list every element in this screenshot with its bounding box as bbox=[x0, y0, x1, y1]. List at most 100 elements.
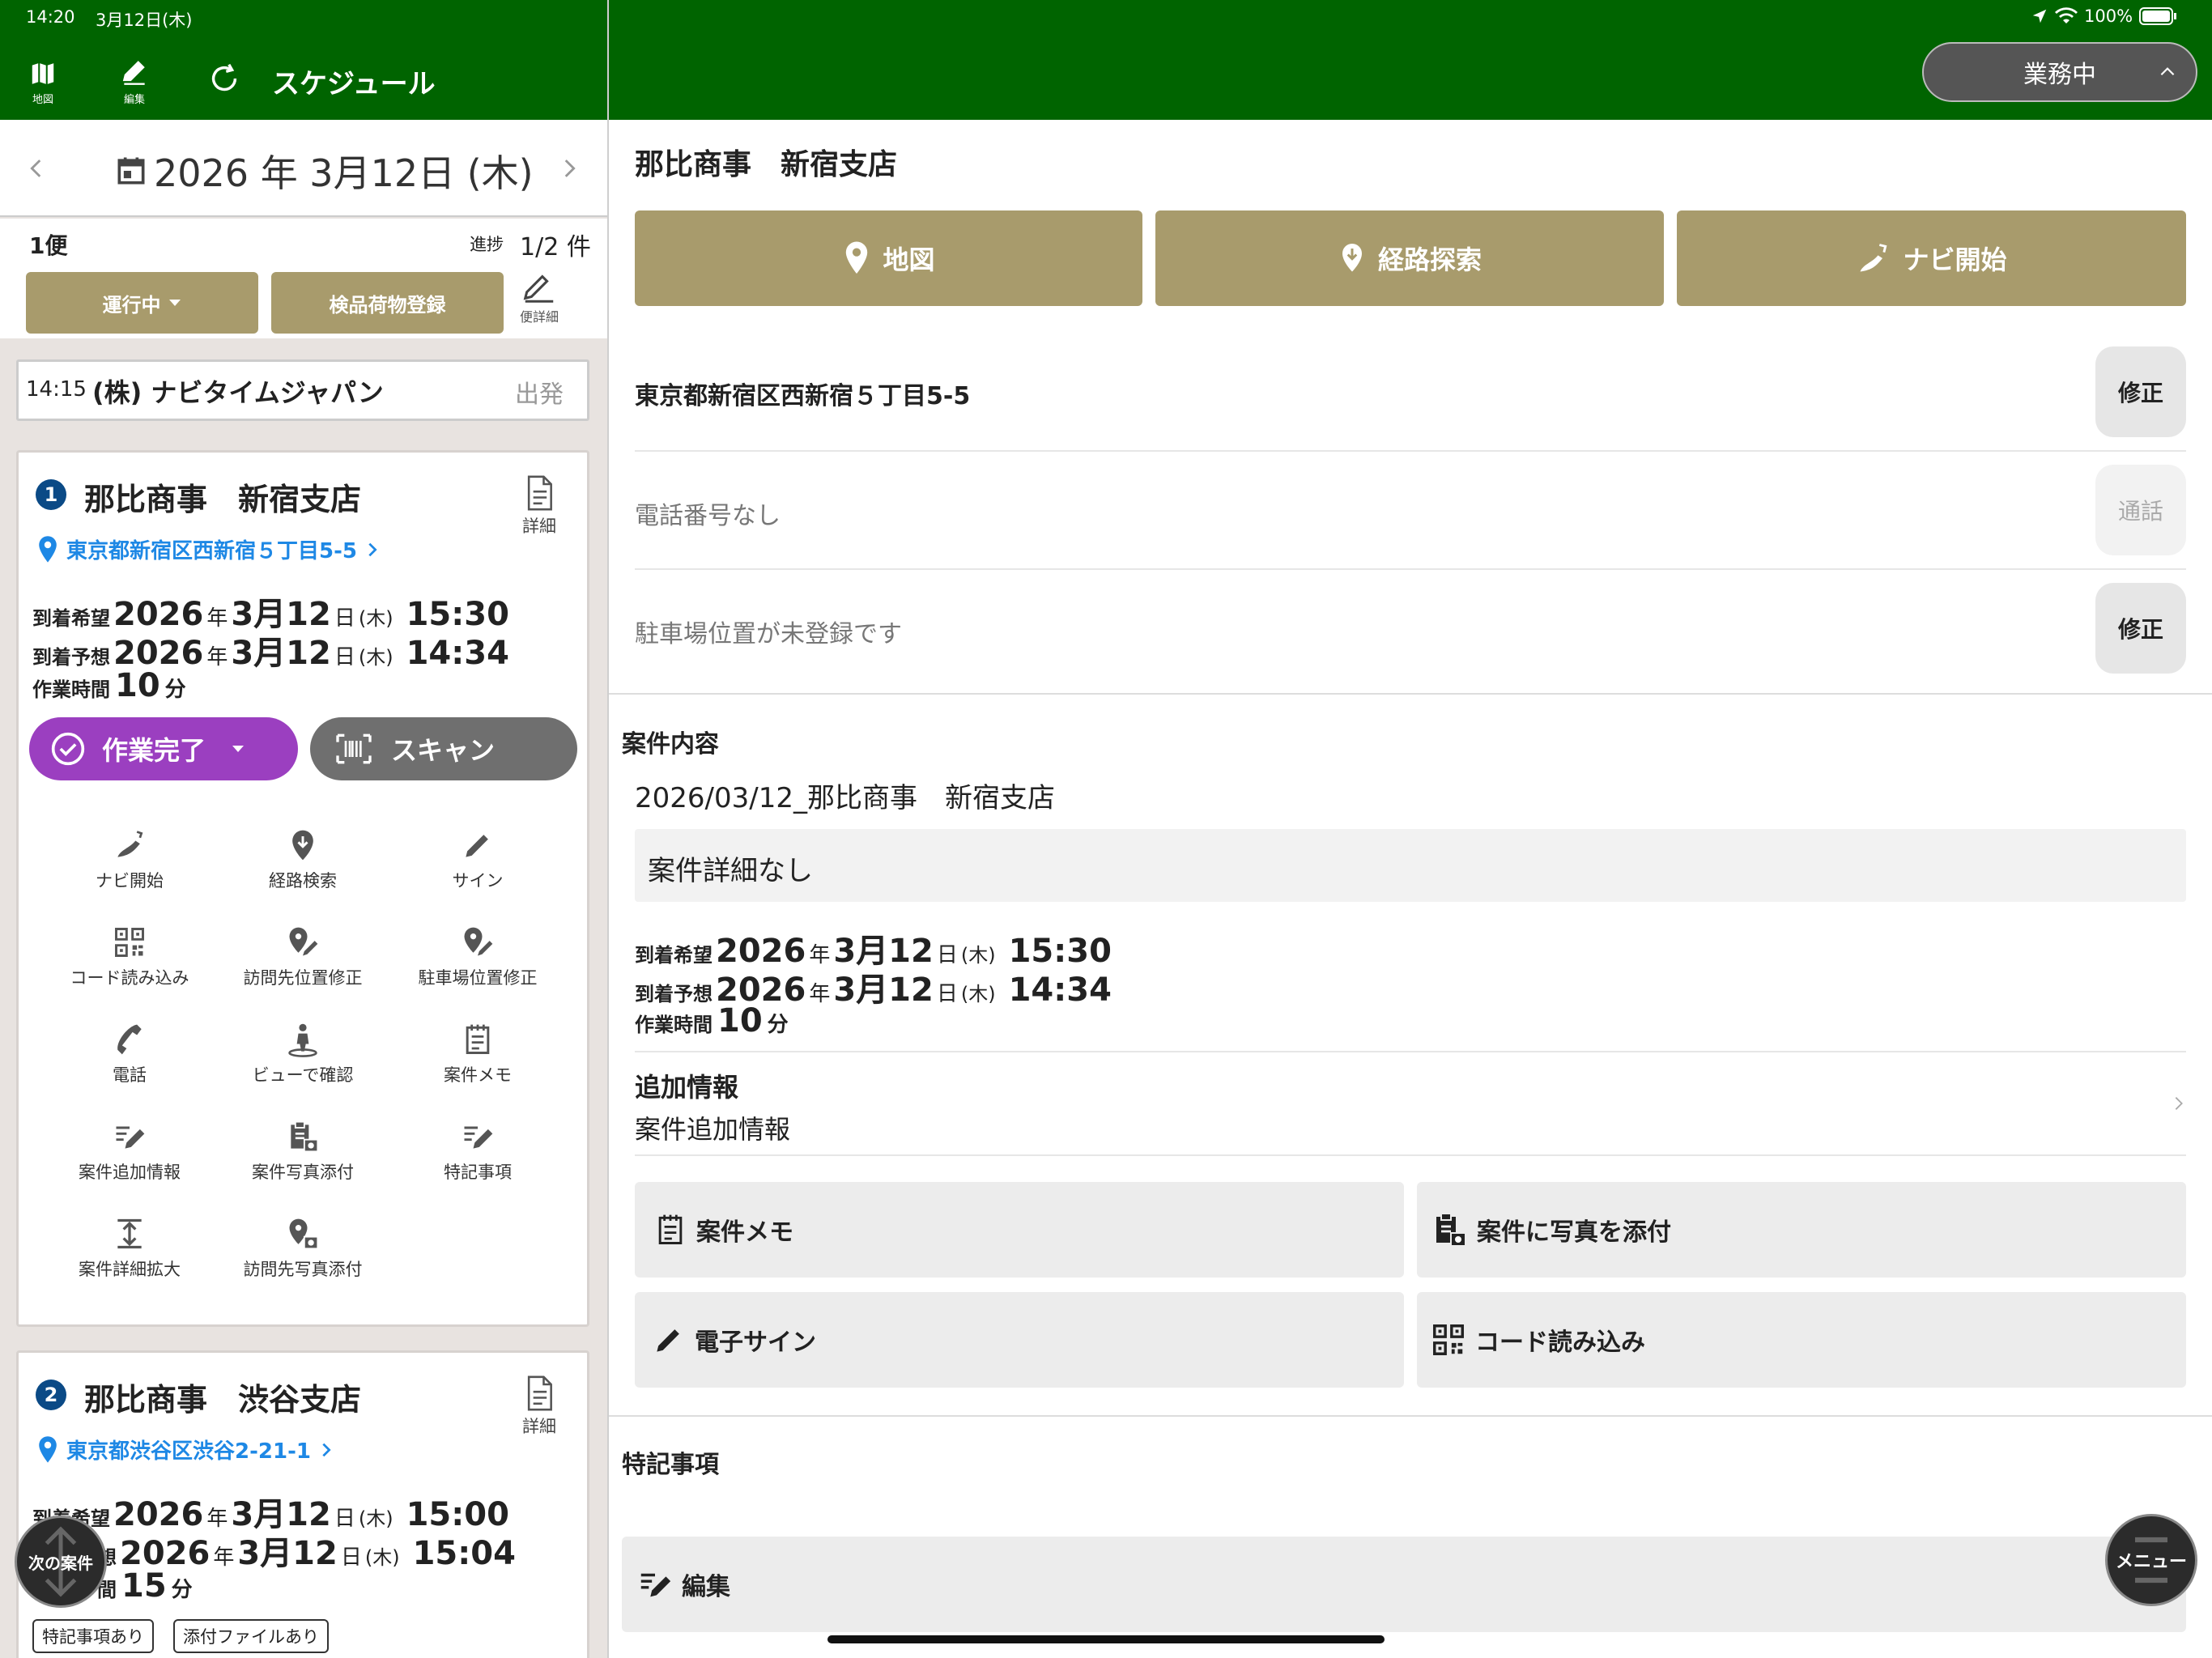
qr-code-icon bbox=[1433, 1324, 1464, 1355]
action-label: 案件写真添付 bbox=[252, 1163, 354, 1182]
trip-name: 1便 bbox=[29, 232, 68, 259]
navi-icon bbox=[117, 831, 143, 857]
memo-icon bbox=[658, 1214, 683, 1244]
extra-info-title: 追加情報 bbox=[635, 1072, 739, 1103]
call-button[interactable]: 通話 bbox=[2095, 465, 2186, 555]
edit-header-label: 編集 bbox=[123, 94, 145, 106]
header-bar bbox=[0, 0, 2212, 120]
parking-edit-button[interactable]: 修正 bbox=[2095, 583, 2186, 674]
status-dropdown-button[interactable]: 業務中 bbox=[1922, 42, 2197, 102]
address-edit-label: 修正 bbox=[2117, 380, 2163, 406]
departure-time: 14:15 bbox=[26, 377, 87, 402]
stop-detail-button[interactable]: 詳細 bbox=[521, 473, 557, 538]
complete-button[interactable]: 作業完了 bbox=[29, 717, 298, 780]
action-label: 訪問先位置修正 bbox=[243, 968, 363, 988]
stop-address-link[interactable]: 東京都渋谷区渋谷2-21-1 bbox=[36, 1435, 335, 1465]
route-search-button[interactable]: 経路探索 bbox=[1155, 210, 1664, 306]
arrival-est-label: 到着予想 bbox=[32, 646, 110, 669]
date-display[interactable]: 2026 年 3月12日 (木) bbox=[113, 144, 534, 198]
work-time-label: 作業時間 bbox=[635, 1014, 713, 1036]
caret-down-icon bbox=[232, 746, 245, 752]
menu-button[interactable]: メニュー bbox=[2105, 1514, 2197, 1606]
tag-attachment: 添付ファイルあり bbox=[173, 1619, 329, 1653]
divider bbox=[635, 450, 2186, 452]
divider bbox=[635, 568, 2186, 570]
trip-status-button[interactable]: 運行中 bbox=[26, 272, 258, 334]
e-sign-label: 電子サイン bbox=[695, 1329, 816, 1357]
case-memo-button[interactable]: 案件メモ bbox=[635, 1182, 1404, 1278]
prev-date-button[interactable] bbox=[23, 152, 50, 188]
chevron-right-icon bbox=[322, 1443, 331, 1456]
work-time-unit: 分 bbox=[171, 1578, 193, 1602]
action-code-read[interactable]: コード読み込み bbox=[49, 925, 211, 989]
e-sign-button[interactable]: 電子サイン bbox=[635, 1292, 1404, 1388]
status-time: 14:20 bbox=[26, 7, 75, 27]
work-time-unit: 分 bbox=[767, 1013, 789, 1037]
stop-detail-label: 詳細 bbox=[522, 1417, 556, 1436]
document-icon bbox=[527, 475, 552, 511]
trip-detail-label: 便詳細 bbox=[520, 309, 559, 325]
action-navi-start[interactable]: ナビ開始 bbox=[49, 827, 211, 892]
phone-text: 電話番号なし bbox=[635, 502, 781, 530]
action-visit-location-edit[interactable]: 訪問先位置修正 bbox=[222, 925, 384, 989]
case-name: 2026/03/12_那比商事 新宿支店 bbox=[635, 782, 1055, 814]
stop-address-link[interactable]: 東京都新宿区西新宿５丁目5-5 bbox=[36, 534, 381, 564]
stop-detail-button[interactable]: 詳細 bbox=[521, 1373, 557, 1438]
action-special-notes[interactable]: 特記事項 bbox=[397, 1119, 559, 1184]
address-text: 東京都新宿区西新宿５丁目5-5 bbox=[635, 382, 971, 410]
detail-title: 那比商事 新宿支店 bbox=[635, 148, 898, 181]
code-read-button[interactable]: コード読み込み bbox=[1417, 1292, 2186, 1388]
action-label: ナビ開始 bbox=[96, 871, 164, 891]
address-edit-button[interactable]: 修正 bbox=[2095, 346, 2186, 437]
scan-button[interactable]: スキャン bbox=[310, 717, 577, 780]
case-section-title: 案件内容 bbox=[622, 730, 719, 759]
status-icons: 100% bbox=[2031, 6, 2178, 26]
refresh-icon bbox=[211, 63, 237, 91]
work-time-unit: 分 bbox=[164, 678, 186, 702]
section-divider bbox=[609, 693, 2212, 695]
action-visit-photo[interactable]: 訪問先写真添付 bbox=[222, 1216, 384, 1281]
edit-note-icon bbox=[523, 274, 554, 303]
notes-edit-button[interactable]: 編集 bbox=[622, 1537, 2186, 1632]
caret-down-icon bbox=[168, 300, 181, 306]
action-label: コード読み込み bbox=[70, 968, 189, 988]
action-case-detail-expand[interactable]: 案件詳細拡大 bbox=[49, 1216, 211, 1281]
refresh-button[interactable] bbox=[206, 60, 243, 97]
action-phone[interactable]: 電話 bbox=[49, 1022, 211, 1086]
map-header-label: 地図 bbox=[32, 94, 53, 106]
trip-status-label: 運行中 bbox=[102, 293, 161, 317]
next-case-button[interactable]: 次の案件 bbox=[15, 1516, 107, 1608]
clipboard-photo-icon bbox=[1436, 1213, 1466, 1247]
clipboard-photo-icon bbox=[291, 1120, 319, 1153]
next-date-button[interactable] bbox=[555, 152, 583, 188]
arrival-est-md: 3月12 bbox=[833, 971, 934, 1009]
arrival-est-dow: (木) bbox=[960, 983, 996, 1005]
tag-special-notes: 特記事項あり bbox=[32, 1619, 154, 1653]
action-case-photo[interactable]: 案件写真添付 bbox=[222, 1119, 384, 1184]
progress-label: 進捗 bbox=[470, 235, 504, 254]
action-label: 駐車場位置修正 bbox=[418, 968, 538, 988]
work-time-label: 作業時間 bbox=[32, 678, 110, 701]
register-cargo-button[interactable]: 検品荷物登録 bbox=[271, 272, 504, 334]
action-case-extra-info[interactable]: 案件追加情報 bbox=[49, 1119, 211, 1184]
divider bbox=[635, 1154, 2186, 1156]
check-circle-icon bbox=[51, 732, 85, 766]
action-label: 案件詳細拡大 bbox=[79, 1260, 181, 1279]
trip-detail-button[interactable]: 便詳細 bbox=[520, 269, 559, 325]
action-parking-location-edit[interactable]: 駐車場位置修正 bbox=[397, 925, 559, 989]
home-indicator bbox=[827, 1635, 1385, 1643]
attach-photo-button[interactable]: 案件に写真を添付 bbox=[1417, 1182, 2186, 1278]
action-route-search[interactable]: 経路検索 bbox=[222, 827, 384, 892]
navi-start-button[interactable]: ナビ開始 bbox=[1677, 210, 2186, 306]
extra-info-value: 案件追加情報 bbox=[635, 1114, 791, 1145]
extra-info-row[interactable] bbox=[635, 1052, 2186, 1154]
panel-divider bbox=[607, 0, 609, 1658]
extra-info-chevron bbox=[2170, 1090, 2188, 1120]
map-button[interactable]: 地図 bbox=[635, 210, 1142, 306]
map-header-button[interactable]: 地図 bbox=[28, 58, 58, 106]
navi-start-label: ナビ開始 bbox=[1903, 244, 2007, 275]
action-view-check[interactable]: ビューで確認 bbox=[222, 1022, 384, 1086]
edit-header-button[interactable]: 編集 bbox=[119, 58, 150, 106]
action-sign[interactable]: サイン bbox=[397, 827, 559, 892]
action-case-memo[interactable]: 案件メモ bbox=[397, 1022, 559, 1086]
